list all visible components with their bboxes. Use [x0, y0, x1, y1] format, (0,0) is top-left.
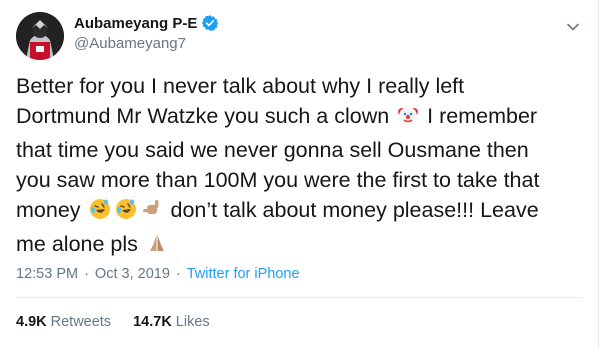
- tweet-line-4: you saw more than 100M you were the firs…: [16, 168, 540, 192]
- retweets-count: 4.9K: [16, 314, 47, 330]
- tweet-text-segment: don’t talk about money please!!! Leave: [170, 198, 539, 222]
- tweet-text-segment: Dortmund Mr Watzke you such a clown: [16, 104, 390, 128]
- avatar[interactable]: [16, 12, 64, 60]
- tweet-stats: 4.9K Retweets 14.7K Likes: [16, 314, 232, 330]
- author-handle[interactable]: @Aubameyang7: [74, 35, 186, 52]
- chevron-down-icon[interactable]: [564, 18, 582, 36]
- meta-separator: ·: [175, 266, 181, 282]
- rolling-on-floor-laughing-icon: [114, 197, 138, 229]
- author-name[interactable]: Aubameyang P-E: [74, 14, 219, 32]
- tweet-line-3: that time you said we never gonna sell O…: [16, 138, 529, 162]
- tweet-line-5: money don’t talk about money please!!! L…: [16, 195, 584, 229]
- tweet-line-2: Dortmund Mr Watzke you such a clown I re…: [16, 101, 584, 135]
- tweet-time[interactable]: 12:53 PM: [16, 266, 78, 282]
- folded-hands-icon: [145, 231, 169, 263]
- tweet-meta: 12:53 PM · Oct 3, 2019 · Twitter for iPh…: [16, 266, 300, 282]
- likes-count: 14.7K: [133, 314, 172, 330]
- clown-face-icon: [396, 103, 420, 135]
- tweet-card: Aubameyang P-E @Aubameyang7 Better for y…: [0, 0, 599, 350]
- tweet-text-segment: money: [16, 198, 81, 222]
- meta-separator: ·: [84, 266, 89, 282]
- verified-badge-icon: [201, 14, 219, 32]
- tweet-text-segment: I remember: [427, 104, 538, 128]
- divider: [16, 297, 582, 298]
- tweet-line-6: me alone pls: [16, 229, 584, 263]
- tweet-date[interactable]: Oct 3, 2019: [95, 266, 170, 282]
- tweet-text: Better for you I never talk about why I …: [16, 71, 584, 263]
- tweet-text-segment: me alone pls: [16, 232, 138, 256]
- tweet-line-1: Better for you I never talk about why I …: [16, 74, 465, 98]
- tweet-client-link[interactable]: Twitter for iPhone: [187, 266, 300, 282]
- retweets-label: Retweets: [50, 314, 112, 330]
- likes-label: Likes: [175, 314, 210, 330]
- author-display-name[interactable]: Aubameyang P-E: [74, 15, 197, 32]
- call-me-hand-icon: [140, 197, 164, 229]
- likes-stat[interactable]: 14.7K Likes: [133, 314, 210, 330]
- retweets-stat[interactable]: 4.9K Retweets: [16, 314, 111, 330]
- rolling-on-floor-laughing-icon: [88, 197, 112, 229]
